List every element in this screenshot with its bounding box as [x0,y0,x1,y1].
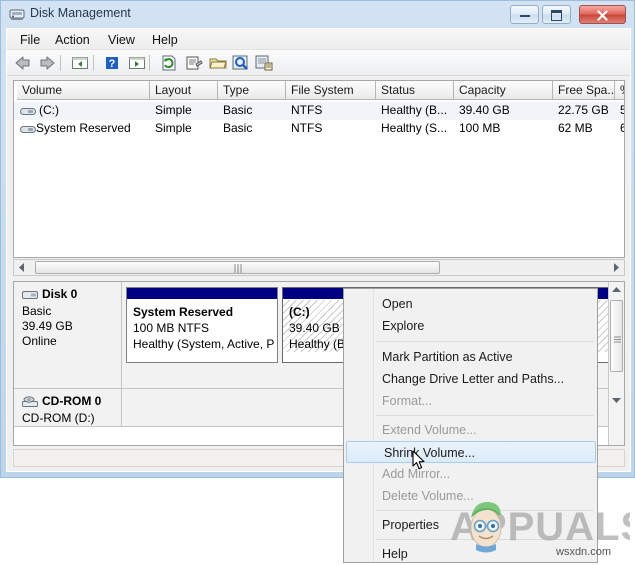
scroll-down-icon[interactable] [609,392,624,408]
column-header-free-space[interactable]: Free Spa... [553,81,615,100]
scroll-right-icon[interactable] [608,260,624,275]
menu-file[interactable]: File [15,32,45,48]
menu-item-add-mirror: Add Mirror... [382,467,451,481]
cell-layout: Simple [155,121,192,135]
disk-0-info: Disk 0 Basic 39.49 GB Online [14,282,122,388]
partition-system-reserved[interactable]: System Reserved 100 MB NTFS Healthy (Sys… [126,287,278,363]
toolbar-separator [60,55,61,71]
scroll-left-icon[interactable] [14,260,30,275]
volume-list-header: Volume Layout Type File System Status Ca… [14,81,624,100]
column-header-type[interactable]: Type [218,81,286,100]
vertical-scroll-thumb[interactable] [610,300,623,372]
show-action-pane-icon[interactable] [127,54,147,72]
disk-0-line-3: Online [22,334,57,348]
column-header-capacity[interactable]: Capacity [454,81,553,100]
cell-percent-free: 62 [620,121,624,135]
window-title: Disk Management [30,6,131,20]
cell-type: Basic [223,103,253,117]
show-hide-tree-icon[interactable] [70,54,90,72]
disk-management-icon [9,7,25,21]
partition-size: 100 MB NTFS [133,321,210,335]
menu-item-open[interactable]: Open [345,293,598,315]
disk-0-name: Disk 0 [42,287,78,301]
back-icon[interactable] [13,54,33,72]
partition-capacity-bar [127,288,277,299]
horizontal-scrollbar[interactable] [13,259,625,276]
column-header-status[interactable]: Status [376,81,454,100]
partition-system-reserved-text: System Reserved 100 MB NTFS Healthy (Sys… [127,300,277,352]
source-watermark: wsxdn.com [556,546,612,558]
menu-action[interactable]: Action [50,32,95,48]
column-header-percent-free[interactable]: % F [615,81,624,100]
minimize-button[interactable] [510,5,539,24]
menu-item-mark-partition-as-active[interactable]: Mark Partition as Active [345,346,598,368]
cell-volume: (C:) [39,103,59,117]
menu-item-change-drive-letter-and-paths[interactable]: Change Drive Letter and Paths... [345,368,598,390]
cdrom-0-name: CD-ROM 0 [42,394,102,408]
cdrom-0-line-1: CD-ROM (D:) [22,411,95,425]
cdrom-0-info: CD-ROM 0 CD-ROM (D:) [14,389,122,426]
cell-free-space: 62 MB [558,121,593,135]
disk-icon [22,289,38,301]
column-header-file-system[interactable]: File System [286,81,376,100]
vertical-scrollbar[interactable] [608,282,624,445]
search-icon[interactable] [231,54,251,72]
menu-item-explore[interactable]: Explore [345,315,598,337]
toolbar-separator [149,55,150,71]
open-icon[interactable] [208,54,228,72]
maximize-button[interactable] [542,5,571,24]
context-menu-separator [376,415,594,416]
cell-file-system: NTFS [291,121,323,135]
volume-drive-icon [20,124,36,135]
export-list-icon[interactable] [254,54,274,72]
table-row[interactable]: System Reserved Simple Basic NTFS Health… [14,120,624,138]
context-menu-separator [376,539,594,540]
rescan-disks-icon[interactable] [159,54,179,72]
toolbar-separator [93,55,94,71]
svg-text:?: ? [109,58,116,70]
context-menu-separator [376,341,594,342]
menu-bar: File Action View Help [7,29,630,50]
cell-type: Basic [223,121,253,135]
properties-icon[interactable] [184,54,204,72]
title-bar[interactable]: Disk Management [1,1,634,28]
menu-help[interactable]: Help [147,32,183,48]
column-header-layout[interactable]: Layout [150,81,218,100]
column-header-volume[interactable]: Volume [17,81,150,100]
partition-name: System Reserved [133,305,234,319]
horizontal-scroll-thumb[interactable] [35,261,440,274]
mouse-cursor [412,450,426,474]
menu-view[interactable]: View [103,32,140,48]
menu-item-format: Format... [382,394,433,408]
help-icon[interactable]: ? [102,54,122,72]
cell-percent-free: 58 [620,103,624,117]
cell-status: Healthy (B... [381,103,448,117]
disk-0-line-2: 39.49 GB [22,319,73,333]
scroll-thumb-grip [614,332,621,343]
volume-list[interactable]: Volume Layout Type File System Status Ca… [13,80,625,258]
context-menu-separator [376,510,594,511]
cell-layout: Simple [155,103,192,117]
partition-context-menu[interactable]: Open Explore Mark Partition as Active Ch… [343,288,598,563]
cell-status: Healthy (S... [381,121,448,135]
cell-capacity: 100 MB [459,121,501,135]
menu-item-extend-volume: Extend Volume... [382,423,477,437]
volume-drive-icon [20,106,36,117]
partition-status: Healthy (System, Active, P [133,337,275,351]
cell-file-system: NTFS [291,103,323,117]
close-button[interactable] [579,5,626,24]
cell-volume: System Reserved [36,121,131,135]
menu-item-delete-volume: Delete Volume... [382,489,474,503]
scroll-up-icon[interactable] [609,282,624,298]
tool-bar: ? [7,50,630,76]
cell-capacity: 39.40 GB [459,103,510,117]
menu-item-properties[interactable]: Properties [345,514,598,536]
cell-free-space: 22.75 GB [558,103,609,117]
table-row[interactable]: (C:) Simple Basic NTFS Healthy (B... 39.… [14,102,624,120]
cdrom-icon [22,396,38,408]
menu-item-shrink-volume[interactable]: Shrink Volume... [346,441,596,463]
disk-0-line-1: Basic [22,304,52,318]
forward-icon[interactable] [37,54,57,72]
